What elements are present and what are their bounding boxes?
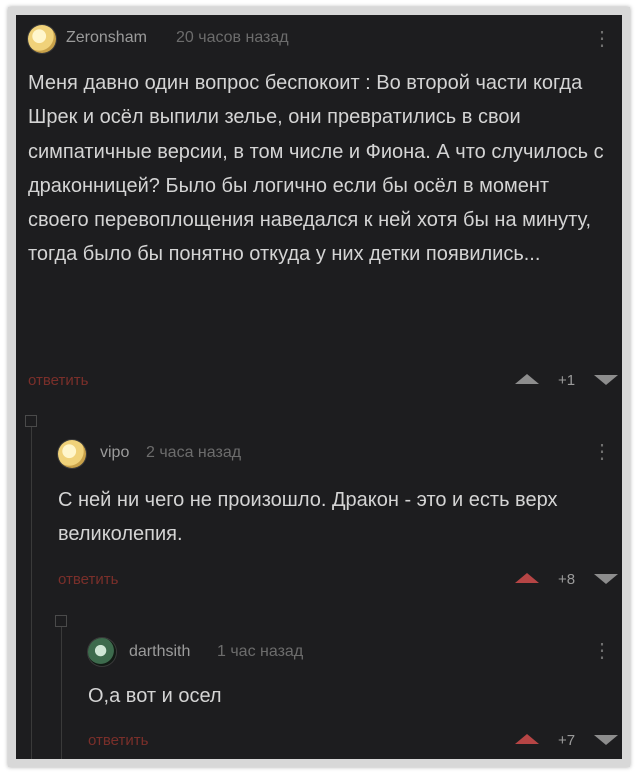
kebab-menu-icon[interactable]: ⋮ xyxy=(592,641,612,661)
reply-button[interactable]: ответить xyxy=(58,571,118,588)
comments-panel: Zeronsham 20 часов назад ⋮ Меня давно од… xyxy=(16,15,622,759)
score: +1 xyxy=(558,372,576,389)
comment-text: О,а вот и осел xyxy=(88,685,222,707)
comment-text: С ней ни чего не произошло. Дракон - это… xyxy=(58,489,558,546)
comment-author[interactable]: Zeronsham xyxy=(66,29,147,47)
collapse-thread-icon[interactable] xyxy=(25,415,37,427)
downvote-icon[interactable] xyxy=(594,735,618,745)
thread-line[interactable] xyxy=(31,427,32,759)
comment-author[interactable]: darthsith xyxy=(129,643,190,661)
upvote-icon[interactable] xyxy=(515,374,539,384)
comment-time: 2 часа назад xyxy=(146,444,242,461)
reply-button[interactable]: ответить xyxy=(88,732,148,749)
comment-time: 1 час назад xyxy=(217,643,304,660)
avatar[interactable] xyxy=(88,638,116,666)
comment-text: Меня давно один вопрос беспокоит : Во вт… xyxy=(28,72,604,266)
kebab-menu-icon[interactable]: ⋮ xyxy=(592,29,612,49)
collapse-thread-icon[interactable] xyxy=(55,615,67,627)
comment-time: 20 часов назад xyxy=(176,29,289,46)
score: +8 xyxy=(558,571,576,588)
downvote-icon[interactable] xyxy=(594,375,618,385)
avatar[interactable] xyxy=(28,25,56,53)
kebab-menu-icon[interactable]: ⋮ xyxy=(592,442,612,462)
thread-line[interactable] xyxy=(61,627,62,759)
reply-button[interactable]: ответить xyxy=(28,372,88,389)
downvote-icon[interactable] xyxy=(594,574,618,584)
comment-author[interactable]: vipo xyxy=(100,444,129,462)
upvote-icon[interactable] xyxy=(515,734,539,744)
score: +7 xyxy=(558,732,576,749)
upvote-icon[interactable] xyxy=(515,573,539,583)
avatar[interactable] xyxy=(58,440,86,468)
